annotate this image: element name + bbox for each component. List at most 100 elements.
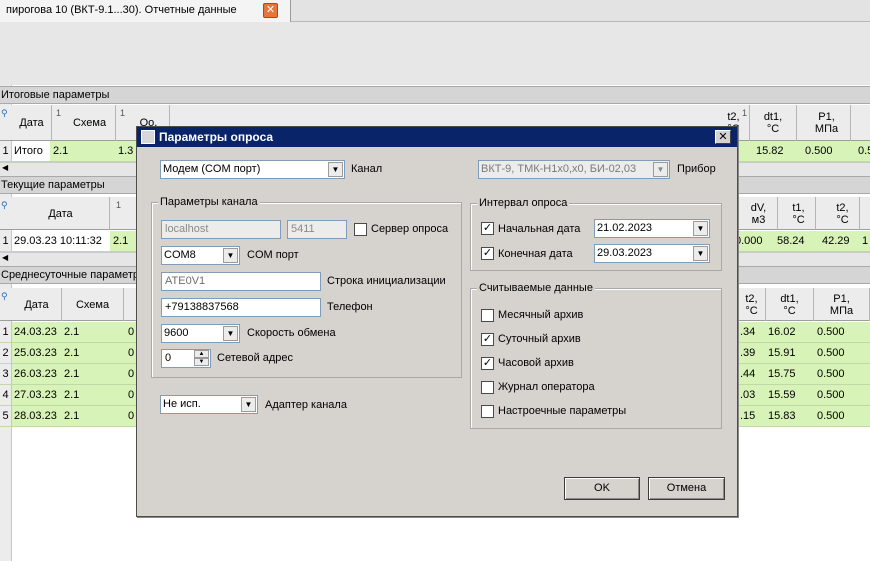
cell-p1[interactable]: 0.500	[817, 406, 845, 426]
settings-params-label: Настроечные параметры	[498, 405, 627, 417]
col-header-dv[interactable]: dV, м3	[740, 197, 778, 230]
cell-c[interactable]: 0	[128, 322, 134, 342]
cell-t1[interactable]: 58.24	[777, 231, 805, 251]
cell-t2[interactable]: 42.29	[822, 231, 850, 251]
cell-date[interactable]: 28.03.23	[14, 406, 57, 426]
col-tag: 1	[56, 108, 62, 118]
daily-archive-checkbox[interactable]: ✓	[481, 333, 494, 346]
ok-button[interactable]: OK	[564, 477, 640, 500]
pin-icon[interactable]: ⚲	[1, 200, 11, 210]
cell-date[interactable]: 25.03.23	[14, 343, 57, 363]
cell-tail[interactable]: 1	[862, 231, 868, 251]
chevron-down-icon[interactable]: ▼	[223, 326, 238, 341]
col-header-date[interactable]: Дата	[12, 288, 62, 321]
col-header-p1[interactable]: P1, МПа	[814, 288, 870, 321]
stepper-down-icon[interactable]: ▼	[194, 358, 209, 366]
cell-c[interactable]: 0	[128, 364, 134, 384]
cell-p1[interactable]: 0.500	[817, 364, 845, 384]
chevron-down-icon[interactable]: ▼	[693, 221, 708, 236]
cell-c[interactable]: 0	[128, 406, 134, 426]
cell-scheme[interactable]: 2.1	[64, 364, 79, 384]
poll-settings-dialog: Параметры опроса ✕ Модем (COM порт) ▼ Ка…	[136, 126, 738, 517]
start-date-checkbox[interactable]: ✓	[481, 222, 494, 235]
cell-t2[interactable]: .03	[740, 385, 755, 405]
cell-p1[interactable]: 0.500	[805, 141, 833, 161]
col-header-p1[interactable]: P1, МПа	[803, 105, 851, 141]
com-port-select[interactable]: COM8 ▼	[161, 246, 240, 265]
cell-scheme[interactable]: 2.1	[53, 141, 68, 161]
init-string-field[interactable]: ATE0V1	[161, 272, 321, 291]
col-header-date[interactable]: Дата	[12, 197, 110, 230]
read-data-title: Считываемые данные	[477, 282, 595, 294]
cell-p1[interactable]: 0.500	[817, 322, 845, 342]
hourly-archive-checkbox[interactable]: ✓	[481, 357, 494, 370]
cell-scheme[interactable]: 2.1	[64, 343, 79, 363]
cell-date[interactable]: 26.03.23	[14, 364, 57, 384]
stepper-up-icon[interactable]: ▲	[194, 350, 209, 358]
channel-params-title: Параметры канала	[158, 196, 260, 208]
cell-date[interactable]: 24.03.23	[14, 322, 57, 342]
cell-p1[interactable]: 0.500	[817, 343, 845, 363]
stepper-arrows[interactable]: ▲ ▼	[194, 350, 209, 367]
monthly-archive-checkbox[interactable]	[481, 309, 494, 322]
document-tab[interactable]: пирогова 10 (ВКТ-9.1...30). Отчетные дан…	[0, 0, 291, 22]
chevron-down-icon[interactable]: ▼	[693, 246, 708, 261]
row-number: 4	[0, 385, 12, 405]
settings-params-checkbox[interactable]	[481, 405, 494, 418]
cell-dt1[interactable]: 15.83	[768, 406, 796, 426]
col-header-t2[interactable]: t2, °C	[738, 288, 766, 321]
operator-log-checkbox[interactable]	[481, 381, 494, 394]
col-header-scheme[interactable]: Схема	[62, 288, 124, 321]
phone-field[interactable]: +79138837568	[161, 298, 321, 317]
cell-c[interactable]: 0	[128, 385, 134, 405]
cell-dv[interactable]: 0.000	[735, 231, 763, 251]
col-header-t2[interactable]: t2, °C	[826, 197, 860, 230]
col-header-scheme[interactable]: Схема	[64, 105, 116, 141]
cell-dt1[interactable]: 15.91	[768, 343, 796, 363]
cell-scheme[interactable]: 2.1	[64, 385, 79, 405]
chevron-down-icon[interactable]: ▼	[223, 248, 238, 263]
daily-archive-label: Суточный архив	[498, 333, 581, 345]
row-number: 1	[0, 231, 12, 251]
cell-date[interactable]: 29.03.23 10:11:32	[12, 231, 110, 251]
chevron-down-icon[interactable]: ▼	[328, 162, 343, 177]
tab-close-icon[interactable]: ✕	[263, 3, 278, 18]
server-checkbox[interactable]	[354, 223, 367, 236]
cell-p1[interactable]: 0.500	[817, 385, 845, 405]
cell-tail[interactable]: 0.5	[858, 141, 870, 161]
cell-t2[interactable]: .44	[740, 364, 755, 384]
pin-icon[interactable]: ⚲	[1, 108, 11, 118]
cell-scheme[interactable]: 2.1	[64, 322, 79, 342]
dialog-title-bar[interactable]: Параметры опроса ✕	[137, 127, 737, 147]
cell-scheme[interactable]: 2.1	[64, 406, 79, 426]
channel-select[interactable]: Модем (COM порт) ▼	[160, 160, 345, 179]
col-header-t1[interactable]: t1, °C	[782, 197, 816, 230]
cell-date[interactable]: 27.03.23	[14, 385, 57, 405]
cell-scheme[interactable]: 2.1	[113, 231, 128, 251]
cell-c[interactable]: 0	[128, 343, 134, 363]
network-address-stepper[interactable]: 0 ▲ ▼	[161, 349, 211, 368]
cell-dt1[interactable]: 15.75	[768, 364, 796, 384]
col-header-dt1[interactable]: dt1, °C	[750, 105, 797, 141]
cell-qo[interactable]: 1.3	[118, 141, 133, 161]
cell-t2[interactable]: .15	[740, 406, 755, 426]
chevron-down-icon[interactable]: ▼	[241, 397, 256, 412]
cell-date[interactable]: Итого	[12, 141, 50, 161]
cell-dt1[interactable]: 16.02	[768, 322, 796, 342]
end-date-picker[interactable]: 29.03.2023 ▼	[594, 244, 710, 263]
start-date-picker[interactable]: 21.02.2023 ▼	[594, 219, 710, 238]
col-header-date[interactable]: Дата	[12, 105, 52, 141]
hourly-archive-label: Часовой архив	[498, 357, 574, 369]
pin-icon[interactable]: ⚲	[1, 291, 11, 301]
end-date-checkbox[interactable]: ✓	[481, 247, 494, 260]
close-icon[interactable]: ✕	[715, 130, 731, 144]
cell-dt1[interactable]: 15.59	[768, 385, 796, 405]
cell-dt1[interactable]: 15.82	[756, 141, 784, 161]
cancel-button[interactable]: Отмена	[648, 477, 725, 500]
speed-select[interactable]: 9600 ▼	[161, 324, 240, 343]
dialog-title: Параметры опроса	[159, 130, 274, 144]
cell-t2[interactable]: .34	[740, 322, 755, 342]
col-header-dt1[interactable]: dt1, °C	[766, 288, 814, 321]
cell-t2[interactable]: .39	[740, 343, 755, 363]
adapter-select[interactable]: Не исп. ▼	[160, 395, 258, 414]
